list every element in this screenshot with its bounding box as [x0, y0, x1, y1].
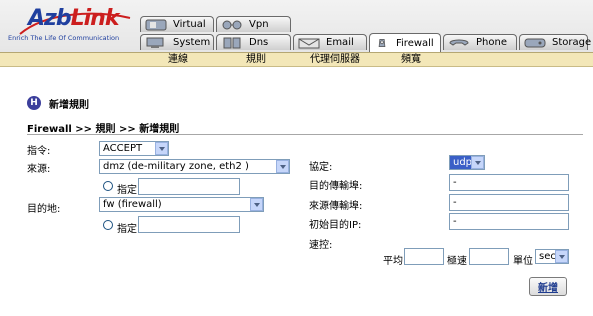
destination-specify-radio[interactable]: [103, 220, 113, 230]
source-port-input[interactable]: -: [449, 194, 569, 211]
chevron-down-icon: [555, 250, 568, 263]
page-title: 新增規則: [49, 99, 89, 111]
subnav-bandwidth[interactable]: 頻寬: [401, 53, 421, 66]
source-label: 來源:: [27, 164, 51, 175]
virtual-icon: [145, 19, 167, 30]
email-icon: [298, 38, 320, 48]
add-rule-button[interactable]: 新增: [529, 277, 567, 296]
dest-port-input[interactable]: -: [449, 174, 569, 191]
storage-icon: [524, 38, 546, 47]
unit-select[interactable]: sec: [535, 249, 569, 264]
page-title-row: H 新增規則: [27, 96, 89, 111]
source-value: dmz (de-military zone, eth2 ): [103, 161, 249, 172]
rate-limit-label: 速控:: [309, 240, 333, 251]
tab-storage[interactable]: Storage: [519, 34, 592, 50]
tab-label: Phone: [476, 37, 507, 48]
tab-label: Dns: [249, 37, 269, 48]
tab-label: Virtual: [173, 19, 206, 30]
tab-firewall[interactable]: Firewall: [369, 33, 441, 52]
average-label: 平均: [383, 256, 403, 267]
dest-port-label: 目的傳輸埠:: [309, 181, 363, 192]
original-dest-ip-label: 初始目的IP:: [309, 220, 362, 231]
unit-label: 單位: [513, 256, 533, 267]
directive-label: 指令:: [27, 146, 51, 157]
protocol-value: udp: [453, 157, 471, 168]
tab-label: System: [173, 37, 211, 48]
divider: [27, 134, 583, 135]
tab-label: Vpn: [249, 19, 269, 30]
tab-vpn[interactable]: Vpn: [216, 16, 291, 32]
protocol-label: 協定:: [309, 162, 333, 173]
tab-label: Storage: [552, 37, 592, 48]
source-specify-radio[interactable]: [103, 181, 113, 191]
tab-system[interactable]: System: [140, 34, 214, 50]
tab-email[interactable]: Email: [293, 34, 367, 50]
unit-value: sec: [539, 251, 555, 262]
help-icon: H: [27, 96, 41, 110]
vpn-icon: [222, 20, 242, 29]
directive-select[interactable]: ACCEPT: [99, 141, 169, 156]
destination-value: fw (firewall): [103, 199, 162, 210]
directive-value: ACCEPT: [103, 143, 143, 154]
logo-tagline: Enrich The Life Of Communication: [8, 34, 120, 42]
destination-select[interactable]: fw (firewall): [99, 197, 264, 212]
firewall-icon: [378, 39, 386, 47]
azblink-logo: AzbLink Enrich The Life Of Communication: [8, 6, 133, 46]
source-specify-input[interactable]: [138, 178, 240, 195]
tab-phone[interactable]: Phone: [443, 34, 517, 50]
tab-label: Email: [326, 37, 354, 48]
protocol-select[interactable]: udp: [449, 155, 485, 170]
average-input[interactable]: [404, 248, 444, 265]
tab-label: Firewall: [396, 37, 434, 49]
sub-navigation: 連線 規則 代理伺服器 頻寬: [0, 52, 593, 67]
destination-label: 目的地:: [27, 204, 61, 215]
breadcrumb: Firewall >> 規則 >> 新增規則: [27, 124, 180, 135]
original-dest-ip-input[interactable]: -: [449, 213, 569, 230]
chevron-down-icon: [250, 198, 263, 211]
subnav-rules[interactable]: 規則: [246, 53, 266, 66]
source-port-label: 來源傳輸埠:: [309, 201, 363, 212]
subnav-proxy[interactable]: 代理伺服器: [310, 53, 360, 66]
chevron-down-icon: [471, 156, 484, 169]
destination-specify-label: 指定: [117, 224, 137, 235]
subnav-connection[interactable]: 連線: [168, 53, 188, 66]
phone-icon: [449, 39, 469, 46]
system-icon: [146, 37, 164, 48]
chevron-down-icon: [155, 142, 168, 155]
tab-dns[interactable]: Dns: [216, 34, 291, 50]
destination-specify-input[interactable]: [138, 216, 240, 233]
header: AzbLink Enrich The Life Of Communication…: [0, 0, 593, 52]
chevron-down-icon: [276, 160, 289, 173]
source-select[interactable]: dmz (de-military zone, eth2 ): [99, 159, 290, 174]
tab-virtual[interactable]: Virtual: [140, 16, 214, 32]
dns-icon: [223, 37, 241, 48]
burst-input[interactable]: [469, 248, 509, 265]
source-specify-label: 指定: [117, 185, 137, 196]
logo-wordmark: AzbLink: [28, 6, 119, 31]
burst-label: 極速: [447, 256, 467, 267]
